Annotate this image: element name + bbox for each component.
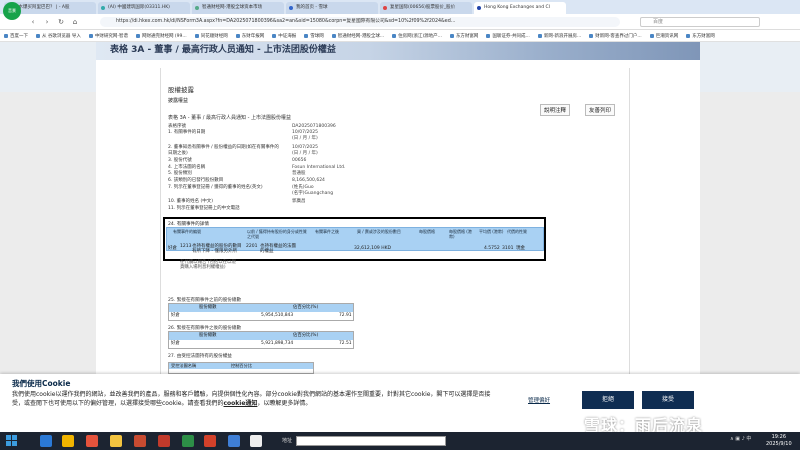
field-value: (名字)Guangchang: [292, 191, 334, 196]
page-subtitle: 披露權益: [168, 98, 189, 104]
bookmark-item[interactable]: 从 谷歌浏览器 导入: [36, 33, 81, 39]
bookmark-item[interactable]: 巨潮资讯网: [649, 33, 678, 39]
search-input[interactable]: 百度: [640, 17, 760, 27]
table-cell: 好倉: [171, 341, 180, 346]
field-value: 00656: [292, 158, 307, 163]
field-label: 日期之後): [168, 151, 188, 156]
field-label: 10. 董事的姓名 (中文): [168, 199, 214, 204]
row-note: 在代價以報告 (包括以在以現貨購入場利息利權權益): [180, 260, 236, 270]
page-title: 股權披露: [168, 86, 194, 94]
print-button[interactable]: 友善列印: [585, 104, 616, 116]
form-title: 表格 3A - 董事 / 最高行政人員通知 - 上市法團股份權益: [168, 115, 292, 121]
taskbar-address-label: 地址: [282, 438, 293, 444]
browser-tab[interactable]: (AI) 中國建筑国际(03311.HK): [98, 2, 190, 14]
bookmark-item[interactable]: 智通财经网-港股全球...: [331, 33, 384, 39]
highlight-box: [163, 217, 546, 261]
field-value: 普通股: [292, 171, 306, 176]
ie-icon[interactable]: [40, 435, 52, 447]
field-label: 7. 列示在董事登記冊 / 獲得的董事的姓名(英文): [168, 185, 263, 190]
browser-tab-active[interactable]: Hong Kong Exchanges and Cl: [474, 2, 566, 14]
taskbar-address-input[interactable]: [296, 436, 446, 446]
reject-button[interactable]: 拒絕: [582, 391, 634, 409]
app-icon[interactable]: [86, 435, 98, 447]
bookmark-item[interactable]: 同花顺财经网: [194, 33, 228, 39]
app-icon[interactable]: [134, 435, 146, 447]
table-header-row: [169, 332, 353, 340]
bookmark-item[interactable]: 东方财富网: [686, 33, 715, 39]
chrome-icon[interactable]: [62, 435, 74, 447]
field-label: 3. 股份代號: [168, 158, 192, 163]
notes-button[interactable]: 說明注釋: [540, 104, 571, 116]
bookmark-item[interactable]: 中证海报: [272, 33, 296, 39]
app-icon[interactable]: [158, 435, 170, 447]
back-icon[interactable]: ‹: [28, 17, 38, 27]
browser-tab[interactable]: 我的首页 - 雪球: [286, 2, 378, 14]
totals-before-table: 股份總數 佔百分比(%) 好倉 5,954,510,843 72.91: [168, 303, 354, 321]
page-margin-right: [700, 92, 800, 374]
field-label: 11. 列示在董事登記冊上的中文電話: [168, 206, 240, 211]
bookmark-item[interactable]: 住房网(浙江)源地产...: [392, 33, 442, 39]
browser-logo-icon[interactable]: 音景: [3, 2, 21, 20]
forward-icon[interactable]: ›: [42, 17, 52, 27]
cookie-notice-link[interactable]: cookie通知: [223, 400, 257, 407]
clock-date: 2025/9/10: [766, 441, 792, 447]
field-value: 8,166,500,624: [292, 178, 325, 183]
page-margin-left: [0, 92, 96, 374]
bookmark-item[interactable]: 网财通完财经网 (99...: [136, 33, 187, 39]
bookmark-item[interactable]: 东方财富网: [449, 33, 478, 39]
table-header: 佔百分比(%): [293, 305, 319, 310]
browser-tab[interactable]: 智通财经网-港股全球资本市场: [192, 2, 284, 14]
bookmark-item[interactable]: 中财研究网-智谱: [88, 33, 128, 39]
table-cell: 5,954,510,843: [261, 313, 294, 318]
table-header: 受控法團名稱: [171, 363, 197, 368]
folder-icon[interactable]: [110, 435, 122, 447]
field-label: 6. 該類別的已發行股份數目: [168, 178, 224, 183]
manage-preferences-link[interactable]: 管理偏好: [528, 396, 550, 404]
clock[interactable]: 19:26 2025/9/10: [766, 434, 792, 448]
bookmark-item[interactable]: 百度一下: [4, 33, 28, 39]
address-bar: ‹ › ↻ ⌂ https://di.hkex.com.hk/di/NSForm…: [0, 14, 800, 30]
refresh-icon[interactable]: ↻: [56, 17, 66, 27]
bookmark-item[interactable]: 财新网-客查界过门户...: [589, 33, 642, 39]
bookmark-item[interactable]: 雪球网: [304, 33, 324, 39]
cookie-text-end: ，以瞭解更多詳情。: [257, 400, 312, 407]
totals-after-table: 股份總數 佔百分比(%) 好倉 5,921,898,734 72.51: [168, 331, 354, 349]
cookie-text: 我們使用cookie以運作我們的網站，並改善我們的產品，服務和客戶體驗，向提供個…: [12, 390, 492, 408]
controlled-corp-table: 受控法團名稱 控制百分比: [168, 362, 314, 374]
table-header-row: [169, 304, 353, 312]
field-label: 5. 股份類別: [168, 171, 192, 176]
bookmark-item[interactable]: 东财年报网: [235, 33, 264, 39]
section-title: 27. 由受控法團持有的股份權益: [168, 354, 232, 359]
bookmark-item[interactable]: 新网-新浪开展房...: [537, 33, 581, 39]
app-icon[interactable]: [250, 435, 262, 447]
table-cell: 好倉: [171, 313, 180, 318]
taskbar: 地址 ∧ ▣ ♪ 中 19:26 2025/9/10: [0, 432, 800, 450]
url-input[interactable]: https://di.hkex.com.hk/di/NSForm3A.aspx?…: [100, 17, 620, 27]
home-icon[interactable]: ⌂: [70, 17, 80, 27]
field-value: (日 / 月 / 年): [292, 136, 318, 141]
app-icon[interactable]: [204, 435, 216, 447]
banner-title: 表格 3A - 董事 / 最高行政人员通知 - 上市法团股份權益: [110, 45, 336, 55]
field-value: (日 / 月 / 年): [292, 151, 318, 156]
clock-time: 19:26: [771, 434, 787, 440]
table-cell: 72.51: [339, 341, 352, 346]
table-header: 控制百分比: [231, 363, 252, 368]
field-label: 1. 有關事件的日期: [168, 130, 206, 135]
app-icon[interactable]: [228, 435, 240, 447]
table-header: 佔百分比(%): [293, 333, 319, 338]
cookie-title: 我們使用Cookie: [12, 379, 71, 388]
field-value: 郭廣昌: [292, 199, 306, 204]
bookmark-item[interactable]: 国联证券-共同成...: [486, 33, 530, 39]
system-tray[interactable]: ∧ ▣ ♪ 中: [730, 435, 751, 442]
table-header: 股份總數: [199, 305, 217, 310]
app-icon[interactable]: [182, 435, 194, 447]
accept-button[interactable]: 接受: [642, 391, 694, 409]
table-header: 股份總數: [199, 333, 217, 338]
browser-tab[interactable]: 复星国际(00656)股票股价_股价: [380, 2, 472, 14]
browser-tab-strip: 北水爆买阿里巴巴？ | - A股 (AI) 中國建筑国际(03311.HK) 智…: [0, 0, 800, 14]
table-cell: 72.91: [339, 313, 352, 318]
bookmarks-bar: 百度一下 从 谷歌浏览器 导入 中财研究网-智谱 网财通完财经网 (99... …: [0, 30, 800, 42]
table-cell: 5,921,898,734: [261, 341, 294, 346]
start-icon[interactable]: [6, 435, 18, 447]
